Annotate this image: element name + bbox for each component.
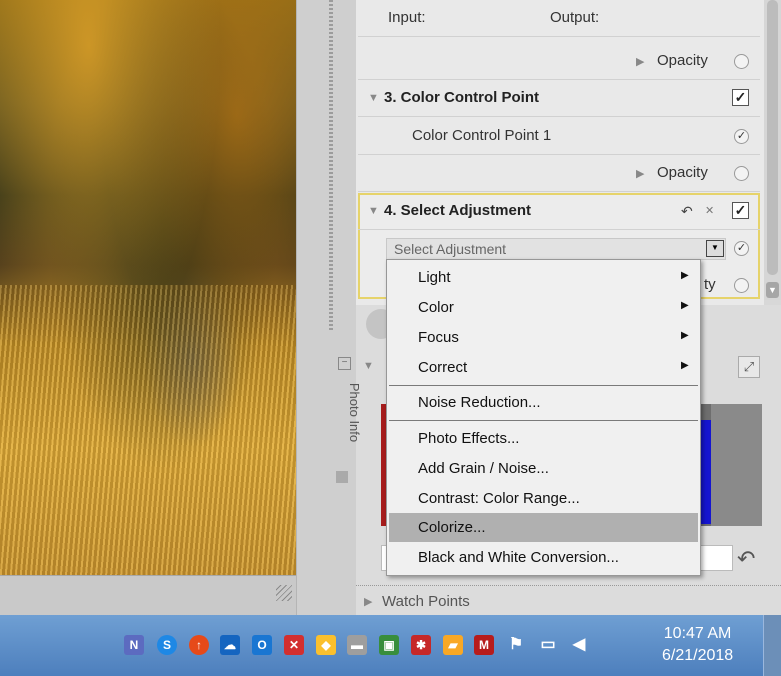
- opacity-label-2: Opacity: [657, 164, 708, 181]
- scrollbar-thumb[interactable]: [767, 0, 778, 275]
- menu-item-black-white-conversion[interactable]: Black and White Conversion...: [389, 543, 698, 572]
- show-desktop-button[interactable]: [763, 615, 781, 676]
- opacity-label-partial: ty: [704, 276, 716, 293]
- menu-item-focus[interactable]: Focus ▶: [389, 323, 698, 352]
- expand-triangle-icon[interactable]: ▶: [636, 55, 644, 68]
- clock-time: 10:47 AM: [663, 625, 732, 642]
- collapse-triangle-icon[interactable]: ▼: [368, 92, 379, 104]
- folder-icon[interactable]: ▰: [443, 635, 463, 655]
- opacity-row-1[interactable]: ▶ Opacity: [358, 43, 760, 80]
- device-icon[interactable]: ▭: [538, 635, 558, 655]
- menu-item-light[interactable]: Light ▶: [389, 263, 698, 292]
- menu-item-label: Light: [418, 269, 451, 286]
- section-3-enable-checkbox[interactable]: ✓: [732, 89, 749, 106]
- shield-icon[interactable]: ◆: [316, 635, 336, 655]
- select-adjustment-dropdown[interactable]: Select Adjustment: [386, 238, 726, 260]
- flag-icon[interactable]: ⚑: [506, 635, 526, 655]
- x-tool-icon[interactable]: ✕: [284, 635, 304, 655]
- volume-icon[interactable]: ◀: [569, 635, 589, 655]
- drive-icon[interactable]: ▬: [347, 635, 367, 655]
- clock-date: 6/21/2018: [662, 647, 734, 664]
- panel-scrollbar[interactable]: ▼: [764, 0, 781, 300]
- menu-item-label: Correct: [418, 359, 468, 376]
- section-3-title: 3. Color Control Point: [384, 89, 539, 106]
- delete-icon[interactable]: ✕: [705, 204, 714, 217]
- submenu-arrow-icon: ▶: [681, 300, 689, 311]
- watch-points-section[interactable]: ▶ Watch Points: [356, 585, 781, 616]
- opacity-toggle-2[interactable]: [734, 166, 749, 181]
- menu-item-noise-reduction[interactable]: Noise Reduction...: [389, 388, 698, 417]
- menu-separator: [389, 385, 698, 386]
- chat-icon[interactable]: S: [157, 635, 177, 655]
- scroll-down-arrow-icon[interactable]: ▼: [766, 282, 779, 298]
- collapse-triangle-icon[interactable]: ▼: [368, 205, 379, 217]
- section-4-enable-checkbox[interactable]: ✓: [732, 202, 749, 219]
- photo-grass-texture: [0, 285, 296, 575]
- input-label: Input:: [388, 9, 426, 26]
- network-icon[interactable]: ✱: [411, 635, 431, 655]
- splitter-rail: [329, 0, 333, 330]
- menu-item-label: Photo Effects...: [418, 430, 520, 447]
- menu-item-label: Noise Reduction...: [418, 394, 541, 411]
- submenu-arrow-icon: ▶: [681, 360, 689, 371]
- menu-item-label: Black and White Conversion...: [418, 549, 619, 566]
- opacity-toggle[interactable]: [734, 54, 749, 69]
- menu-item-correct[interactable]: Correct ▶: [389, 353, 698, 382]
- ccp-1-toggle[interactable]: ✓: [734, 129, 749, 144]
- menu-item-colorize[interactable]: Colorize...: [389, 513, 698, 542]
- opacity-toggle-3[interactable]: [734, 278, 749, 293]
- expand-triangle-icon[interactable]: ▶: [364, 595, 372, 608]
- opacity-label: Opacity: [657, 52, 708, 69]
- expand-icon[interactable]: ⤢: [738, 356, 760, 378]
- photo-status-bar: [0, 575, 296, 616]
- menu-item-photo-effects[interactable]: Photo Effects...: [389, 424, 698, 453]
- undo-icon[interactable]: ↶: [681, 203, 693, 220]
- resize-grip-icon[interactable]: [276, 585, 292, 601]
- outlook-icon[interactable]: O: [252, 635, 272, 655]
- photo-canvas[interactable]: [0, 0, 296, 575]
- menu-item-label: Colorize...: [418, 519, 486, 536]
- submenu-arrow-icon: ▶: [681, 270, 689, 281]
- nx-icon[interactable]: N: [124, 635, 144, 655]
- system-clock[interactable]: 10:47 AM 6/21/2018: [662, 623, 733, 667]
- reset-icon[interactable]: ↶: [737, 546, 755, 572]
- adjustment-context-menu: Light ▶ Color ▶ Focus ▶ Correct ▶ Noise Redu…: [386, 259, 701, 576]
- panel-splitter[interactable]: [296, 0, 357, 615]
- opacity-row-2[interactable]: ▶ Opacity: [358, 155, 760, 192]
- section-4-header[interactable]: ▼ 4. Select Adjustment ↶ ✕ ✓: [358, 193, 760, 230]
- section-4-title: 4. Select Adjustment: [384, 202, 531, 219]
- menu-item-add-grain-noise[interactable]: Add Grain / Noise...: [389, 454, 698, 483]
- watch-points-label: Watch Points: [382, 593, 470, 610]
- photo-info-label: Photo Info: [347, 382, 363, 443]
- input-output-row: Input: Output:: [358, 0, 760, 37]
- panel-dock-icon[interactable]: [336, 471, 348, 483]
- cloud-icon[interactable]: ☁: [220, 635, 240, 655]
- chevron-down-icon[interactable]: ▼: [706, 240, 724, 257]
- select-adjustment-toggle[interactable]: ✓: [734, 241, 749, 256]
- menu-item-contrast-color-range[interactable]: Contrast: Color Range...: [389, 484, 698, 513]
- histogram-right-area: [711, 404, 762, 526]
- upload-icon[interactable]: ↑: [189, 635, 209, 655]
- menu-item-label: Add Grain / Noise...: [418, 460, 549, 477]
- submenu-arrow-icon: ▶: [681, 330, 689, 341]
- ccp-1-label: Color Control Point 1: [412, 127, 552, 144]
- ccp-1-row[interactable]: Color Control Point 1 ✓: [358, 118, 760, 155]
- windows-taskbar: N S ↑ ☁ O ✕ ◆ ▬ ▣ ✱ ▰ M ⚑ ▭ ◀ 10:47 AM 6…: [0, 615, 781, 676]
- output-label: Output:: [550, 9, 600, 26]
- expand-triangle-icon[interactable]: ▶: [636, 167, 644, 180]
- menu-item-color[interactable]: Color ▶: [389, 293, 698, 322]
- mcafee-icon[interactable]: M: [474, 635, 494, 655]
- collapse-triangle-icon[interactable]: ▼: [363, 360, 374, 372]
- menu-item-label: Color: [418, 299, 454, 316]
- menu-separator: [389, 420, 698, 421]
- section-3-header[interactable]: ▼ 3. Color Control Point ✓: [358, 80, 760, 117]
- menu-item-label: Contrast: Color Range...: [418, 490, 580, 507]
- menu-item-label: Focus: [418, 329, 459, 346]
- display-icon[interactable]: ▣: [379, 635, 399, 655]
- collapse-box-icon[interactable]: −: [338, 357, 351, 370]
